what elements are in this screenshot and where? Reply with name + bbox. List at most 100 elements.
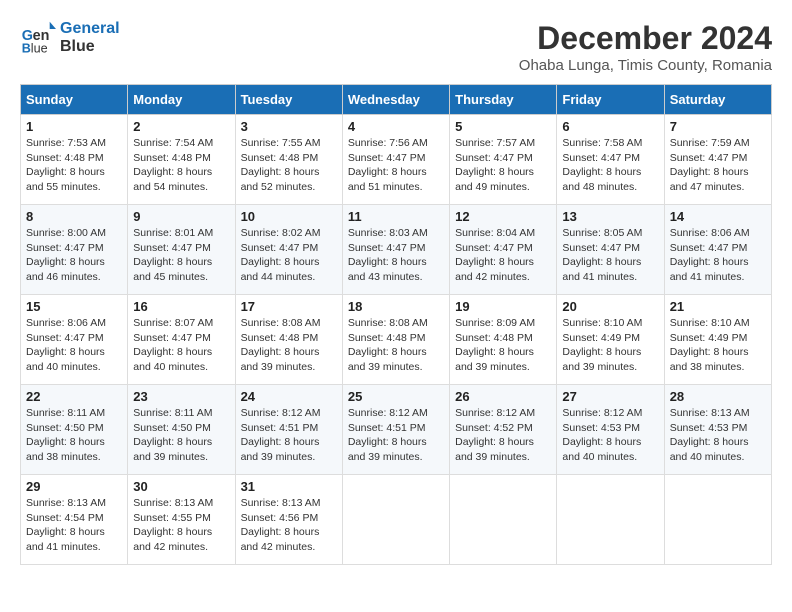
day-number: 12 <box>455 209 551 224</box>
col-header-saturday: Saturday <box>664 85 771 115</box>
calendar-cell <box>450 475 557 565</box>
day-info: Sunrise: 7:54 AMSunset: 4:48 PMDaylight:… <box>133 136 229 195</box>
day-number: 9 <box>133 209 229 224</box>
day-info: Sunrise: 8:04 AMSunset: 4:47 PMDaylight:… <box>455 226 551 285</box>
day-info: Sunrise: 7:59 AMSunset: 4:47 PMDaylight:… <box>670 136 766 195</box>
day-number: 19 <box>455 299 551 314</box>
day-number: 8 <box>26 209 122 224</box>
day-number: 27 <box>562 389 658 404</box>
day-number: 18 <box>348 299 444 314</box>
calendar-week-3: 15 Sunrise: 8:06 AMSunset: 4:47 PMDayligh… <box>21 295 772 385</box>
day-info: Sunrise: 8:08 AMSunset: 4:48 PMDaylight:… <box>348 316 444 375</box>
col-header-sunday: Sunday <box>21 85 128 115</box>
calendar-cell: 24 Sunrise: 8:12 AMSunset: 4:51 PMDayligh… <box>235 385 342 475</box>
calendar-cell <box>342 475 449 565</box>
calendar-cell: 5Sunrise: 7:57 AMSunset: 4:47 PMDaylight… <box>450 115 557 205</box>
col-header-thursday: Thursday <box>450 85 557 115</box>
page-subtitle: Ohaba Lunga, Timis County, Romania <box>519 57 772 74</box>
day-info: Sunrise: 8:13 AMSunset: 4:53 PMDaylight:… <box>670 406 766 465</box>
day-info: Sunrise: 8:10 AMSunset: 4:49 PMDaylight:… <box>670 316 766 375</box>
calendar-cell <box>664 475 771 565</box>
col-header-friday: Friday <box>557 85 664 115</box>
day-info: Sunrise: 7:55 AMSunset: 4:48 PMDaylight:… <box>241 136 337 195</box>
col-header-monday: Monday <box>128 85 235 115</box>
calendar-cell: 22 Sunrise: 8:11 AMSunset: 4:50 PMDayligh… <box>21 385 128 475</box>
calendar-cell: 1 Sunrise: 7:53 AMSunset: 4:48 PMDaylight… <box>21 115 128 205</box>
page-header: G en B lue General Blue December 2024 Oh… <box>20 20 772 74</box>
day-info: Sunrise: 8:07 AMSunset: 4:47 PMDaylight:… <box>133 316 229 375</box>
calendar-table: SundayMondayTuesdayWednesdayThursdayFrid… <box>20 84 772 565</box>
col-header-wednesday: Wednesday <box>342 85 449 115</box>
day-number: 7 <box>670 119 766 134</box>
page-title: December 2024 <box>519 20 772 57</box>
calendar-cell: 26 Sunrise: 8:12 AMSunset: 4:52 PMDayligh… <box>450 385 557 475</box>
day-number: 1 <box>26 119 122 134</box>
logo-general: General <box>60 20 120 37</box>
title-block: December 2024 Ohaba Lunga, Timis County,… <box>519 20 772 74</box>
day-info: Sunrise: 8:10 AMSunset: 4:49 PMDaylight:… <box>562 316 658 375</box>
day-number: 2 <box>133 119 229 134</box>
calendar-cell: 14 Sunrise: 8:06 AMSunset: 4:47 PMDayligh… <box>664 205 771 295</box>
calendar-cell: 21Sunrise: 8:10 AMSunset: 4:49 PMDayligh… <box>664 295 771 385</box>
day-number: 26 <box>455 389 551 404</box>
calendar-cell: 27 Sunrise: 8:12 AMSunset: 4:53 PMDayligh… <box>557 385 664 475</box>
day-number: 10 <box>241 209 337 224</box>
day-info: Sunrise: 8:01 AMSunset: 4:47 PMDaylight:… <box>133 226 229 285</box>
calendar-cell: 13Sunrise: 8:05 AMSunset: 4:47 PMDayligh… <box>557 205 664 295</box>
day-number: 24 <box>241 389 337 404</box>
svg-text:lue: lue <box>31 41 48 55</box>
day-number: 30 <box>133 479 229 494</box>
calendar-cell: 15 Sunrise: 8:06 AMSunset: 4:47 PMDayligh… <box>21 295 128 385</box>
calendar-cell: 4Sunrise: 7:56 AMSunset: 4:47 PMDaylight… <box>342 115 449 205</box>
day-number: 13 <box>562 209 658 224</box>
day-number: 22 <box>26 389 122 404</box>
calendar-cell: 12 Sunrise: 8:04 AMSunset: 4:47 PMDayligh… <box>450 205 557 295</box>
day-number: 20 <box>562 299 658 314</box>
calendar-week-5: 29 Sunrise: 8:13 AMSunset: 4:54 PMDayligh… <box>21 475 772 565</box>
day-info: Sunrise: 8:12 AMSunset: 4:52 PMDaylight:… <box>455 406 551 465</box>
day-info: Sunrise: 8:06 AMSunset: 4:47 PMDaylight:… <box>670 226 766 285</box>
calendar-cell: 28 Sunrise: 8:13 AMSunset: 4:53 PMDayligh… <box>664 385 771 475</box>
day-number: 28 <box>670 389 766 404</box>
calendar-week-4: 22 Sunrise: 8:11 AMSunset: 4:50 PMDayligh… <box>21 385 772 475</box>
day-number: 14 <box>670 209 766 224</box>
calendar-cell: 10 Sunrise: 8:02 AMSunset: 4:47 PMDayligh… <box>235 205 342 295</box>
day-info: Sunrise: 8:03 AMSunset: 4:47 PMDaylight:… <box>348 226 444 285</box>
day-number: 17 <box>241 299 337 314</box>
calendar-header-row: SundayMondayTuesdayWednesdayThursdayFrid… <box>21 85 772 115</box>
calendar-cell: 16Sunrise: 8:07 AMSunset: 4:47 PMDayligh… <box>128 295 235 385</box>
calendar-cell <box>557 475 664 565</box>
day-info: Sunrise: 8:12 AMSunset: 4:51 PMDaylight:… <box>241 406 337 465</box>
calendar-cell: 18 Sunrise: 8:08 AMSunset: 4:48 PMDayligh… <box>342 295 449 385</box>
calendar-cell: 2 Sunrise: 7:54 AMSunset: 4:48 PMDaylight… <box>128 115 235 205</box>
calendar-cell: 29 Sunrise: 8:13 AMSunset: 4:54 PMDayligh… <box>21 475 128 565</box>
day-number: 15 <box>26 299 122 314</box>
day-info: Sunrise: 8:00 AMSunset: 4:47 PMDaylight:… <box>26 226 122 285</box>
day-info: Sunrise: 7:53 AMSunset: 4:48 PMDaylight:… <box>26 136 122 195</box>
day-info: Sunrise: 8:12 AMSunset: 4:51 PMDaylight:… <box>348 406 444 465</box>
day-info: Sunrise: 8:13 AMSunset: 4:56 PMDaylight:… <box>241 496 337 555</box>
day-info: Sunrise: 8:12 AMSunset: 4:53 PMDaylight:… <box>562 406 658 465</box>
day-info: Sunrise: 7:58 AMSunset: 4:47 PMDaylight:… <box>562 136 658 195</box>
day-number: 29 <box>26 479 122 494</box>
day-info: Sunrise: 8:09 AMSunset: 4:48 PMDaylight:… <box>455 316 551 375</box>
day-info: Sunrise: 8:13 AMSunset: 4:54 PMDaylight:… <box>26 496 122 555</box>
calendar-cell: 11Sunrise: 8:03 AMSunset: 4:47 PMDayligh… <box>342 205 449 295</box>
logo-blue: Blue <box>60 38 95 55</box>
day-number: 3 <box>241 119 337 134</box>
calendar-week-1: 1 Sunrise: 7:53 AMSunset: 4:48 PMDaylight… <box>21 115 772 205</box>
day-info: Sunrise: 8:06 AMSunset: 4:47 PMDaylight:… <box>26 316 122 375</box>
day-number: 5 <box>455 119 551 134</box>
calendar-cell: 25 Sunrise: 8:12 AMSunset: 4:51 PMDayligh… <box>342 385 449 475</box>
calendar-cell: 23Sunrise: 8:11 AMSunset: 4:50 PMDayligh… <box>128 385 235 475</box>
day-info: Sunrise: 8:11 AMSunset: 4:50 PMDaylight:… <box>26 406 122 465</box>
calendar-cell: 3 Sunrise: 7:55 AMSunset: 4:48 PMDaylight… <box>235 115 342 205</box>
col-header-tuesday: Tuesday <box>235 85 342 115</box>
calendar-cell: 7 Sunrise: 7:59 AMSunset: 4:47 PMDaylight… <box>664 115 771 205</box>
day-info: Sunrise: 8:02 AMSunset: 4:47 PMDaylight:… <box>241 226 337 285</box>
calendar-cell: 19 Sunrise: 8:09 AMSunset: 4:48 PMDayligh… <box>450 295 557 385</box>
calendar-cell: 20 Sunrise: 8:10 AMSunset: 4:49 PMDayligh… <box>557 295 664 385</box>
day-number: 25 <box>348 389 444 404</box>
calendar-week-2: 8 Sunrise: 8:00 AMSunset: 4:47 PMDaylight… <box>21 205 772 295</box>
day-number: 31 <box>241 479 337 494</box>
